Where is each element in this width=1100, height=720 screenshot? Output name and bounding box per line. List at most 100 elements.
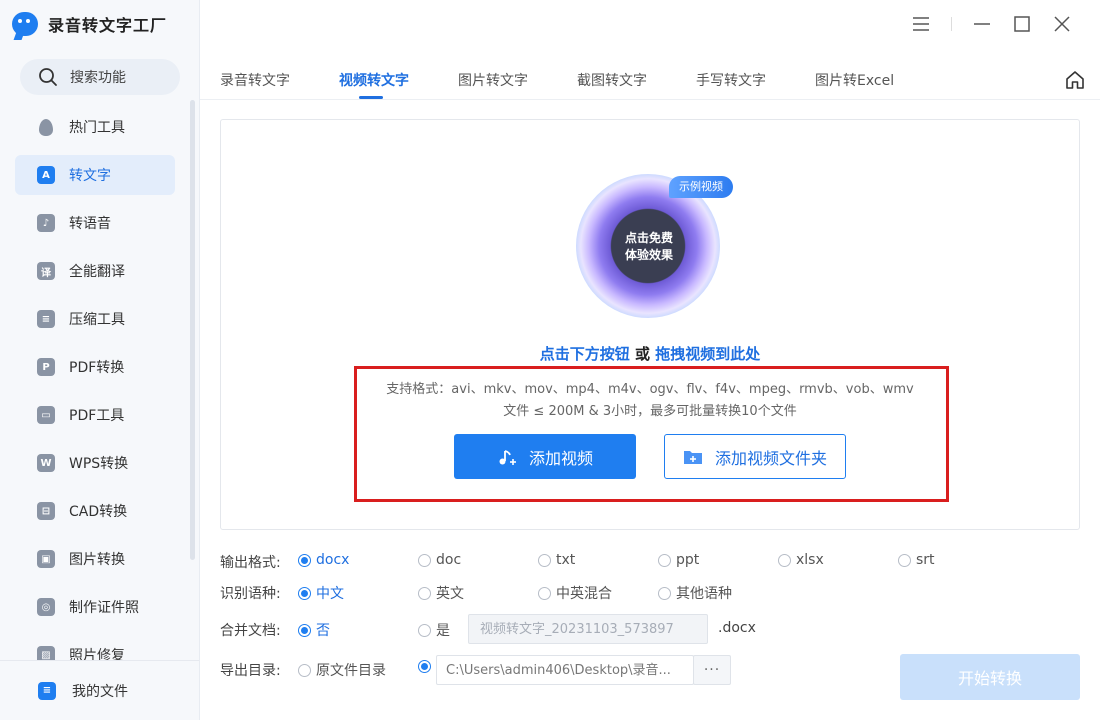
sidebar-item-1[interactable]: A 转文字: [15, 155, 175, 195]
add-video-label: 添加视频: [528, 448, 593, 468]
output-format-label: docx: [316, 552, 350, 568]
sidebar-item-label: PDF转换: [69, 360, 125, 376]
sidebar-item-2[interactable]: ♪ 转语音: [15, 203, 175, 243]
music-add-icon: [499, 449, 516, 465]
sidebar-item-7[interactable]: W WPS转换: [15, 443, 175, 483]
output-format-radio-2[interactable]: txt: [538, 552, 575, 568]
image-convert-icon: ▣: [37, 550, 55, 568]
language-radio-2[interactable]: 中英混合: [538, 583, 612, 603]
sidebar-item-6[interactable]: ▭ PDF工具: [15, 395, 175, 435]
sidebar-item-5[interactable]: P PDF转换: [15, 347, 175, 387]
app-logo-icon: [12, 12, 38, 36]
my-files-label: 我的文件: [72, 683, 128, 700]
demo-orb-text: 点击免费 体验效果: [604, 230, 694, 264]
add-video-folder-button[interactable]: 添加视频文件夹: [664, 434, 846, 479]
sidebar: 录音转文字工厂 搜索功能 热门工具 A 转文字 ♪ 转语音译全能翻译 ≡ 压缩工具 P PDF转…: [0, 0, 200, 720]
maximize-icon: [1014, 16, 1030, 32]
radio-dot: [298, 663, 311, 677]
output-format-radio-0[interactable]: docx: [298, 552, 349, 568]
language-radio-3[interactable]: 其他语种: [658, 583, 732, 603]
merge-filename-field[interactable]: 视频转文字_20231103_573897: [468, 614, 708, 644]
close-button[interactable]: [1042, 12, 1082, 36]
export-path-field[interactable]: C:\Users\admin406\Desktop\录音...: [436, 655, 694, 685]
tab-5[interactable]: 图片转Excel: [815, 70, 894, 90]
browse-path-button[interactable]: ···: [693, 655, 731, 685]
output-format-radio-5[interactable]: srt: [898, 552, 935, 568]
language-label: 其他语种: [676, 586, 732, 602]
sidebar-item-label: PDF工具: [69, 408, 125, 424]
drop-hint: 点击下方按钮 或 拖拽视频到此处: [221, 343, 1079, 364]
sidebar-item-0[interactable]: 热门工具: [15, 107, 175, 147]
video-drop-zone[interactable]: 点击免费 体验效果 示例视频 点击下方按钮 或 拖拽视频到此处 支持格式：avi…: [220, 119, 1080, 530]
text-convert-icon: A: [37, 166, 55, 184]
radio-dot: [418, 553, 431, 567]
sidebar-item-label: 全能翻译: [69, 264, 125, 280]
language-label: 中文: [316, 586, 344, 602]
minimize-button[interactable]: [962, 12, 1002, 36]
sidebar-item-label: 照片修复: [69, 648, 125, 660]
sidebar-scrollbar[interactable]: [190, 100, 195, 560]
output-format-label: srt: [916, 552, 935, 568]
sidebar-item-my-files[interactable]: ≡ 我的文件: [0, 660, 199, 720]
radio-dot: [658, 553, 671, 567]
tab-3[interactable]: 截图转文字: [577, 70, 647, 90]
file-limits: 文件 ≤ 200M & 3小时，最多可批量转换10个文件: [503, 404, 797, 419]
close-icon: [1054, 16, 1070, 32]
app-title: 录音转文字工厂: [48, 16, 168, 35]
compress-icon: ≡: [37, 310, 55, 328]
language-label: 中英混合: [556, 586, 612, 602]
start-convert-button[interactable]: 开始转换: [900, 654, 1080, 700]
sidebar-item-3[interactable]: 译全能翻译: [15, 251, 175, 291]
search-icon: [39, 68, 57, 86]
export-source-dir-radio[interactable]: 原文件目录: [298, 660, 386, 680]
sidebar-item-label: 图片转换: [69, 552, 125, 568]
output-format-row: 输出格式: docx doc txt ppt xlsx srt: [220, 551, 1080, 573]
sidebar-item-label: 压缩工具: [69, 312, 125, 328]
photo-repair-icon: ▨: [37, 646, 55, 660]
export-custom-dir-radio[interactable]: [418, 660, 431, 673]
language-radio-0[interactable]: 中文: [298, 583, 344, 603]
demo-video-badge[interactable]: 示例视频: [669, 176, 733, 198]
window-controls: [901, 12, 1082, 36]
id-photo-icon: ◎: [37, 598, 55, 616]
language-label: 识别语种:: [220, 586, 281, 602]
export-source-dir-label: 原文件目录: [316, 663, 386, 679]
supported-formats: 支持格式：avi、mkv、mov、mp4、m4v、ogv、flv、f4v、mpe…: [386, 382, 914, 397]
tab-4[interactable]: 手写转文字: [696, 70, 766, 90]
radio-dot: [418, 660, 431, 673]
hint-click-below: 点击下方按钮: [539, 345, 630, 363]
active-tab-underline: [359, 96, 383, 99]
tab-0[interactable]: 录音转文字: [220, 70, 290, 90]
language-radio-1[interactable]: 英文: [418, 583, 464, 603]
merge-no-radio[interactable]: 否: [298, 620, 330, 640]
radio-dot: [898, 553, 911, 567]
output-format-radio-4[interactable]: xlsx: [778, 552, 824, 568]
menu-button[interactable]: [901, 12, 941, 36]
hint-or: 或: [629, 345, 656, 363]
menu-icon: [913, 17, 929, 31]
output-format-label: xlsx: [796, 552, 824, 568]
radio-dot: [658, 586, 671, 600]
output-format-radio-1[interactable]: doc: [418, 552, 461, 568]
sidebar-item-9[interactable]: ▣ 图片转换: [15, 539, 175, 579]
output-format-radio-3[interactable]: ppt: [658, 552, 699, 568]
sidebar-item-label: 转语音: [69, 216, 111, 232]
tab-1[interactable]: 视频转文字: [339, 70, 409, 90]
search-function-button[interactable]: 搜索功能: [20, 59, 180, 95]
tab-bar: 录音转文字 视频转文字 图片转文字 截图转文字 手写转文字 图片转Excel: [200, 60, 1100, 100]
sidebar-item-label: 制作证件照: [69, 600, 139, 616]
sidebar-item-10[interactable]: ◎ 制作证件照: [15, 587, 175, 627]
voice-icon: ♪: [37, 214, 55, 232]
sidebar-item-11[interactable]: ▨ 照片修复: [15, 635, 175, 660]
home-button[interactable]: [1064, 69, 1086, 91]
wps-icon: W: [37, 454, 55, 472]
maximize-button[interactable]: [1002, 12, 1042, 36]
sidebar-item-4[interactable]: ≡ 压缩工具: [15, 299, 175, 339]
search-label: 搜索功能: [70, 70, 126, 86]
add-video-button[interactable]: 添加视频: [454, 434, 636, 479]
merge-no-label: 否: [316, 623, 330, 639]
window-controls-divider: [951, 17, 952, 31]
merge-yes-radio[interactable]: 是: [418, 620, 450, 640]
sidebar-item-8[interactable]: ⊟ CAD转换: [15, 491, 175, 531]
tab-2[interactable]: 图片转文字: [458, 70, 528, 90]
